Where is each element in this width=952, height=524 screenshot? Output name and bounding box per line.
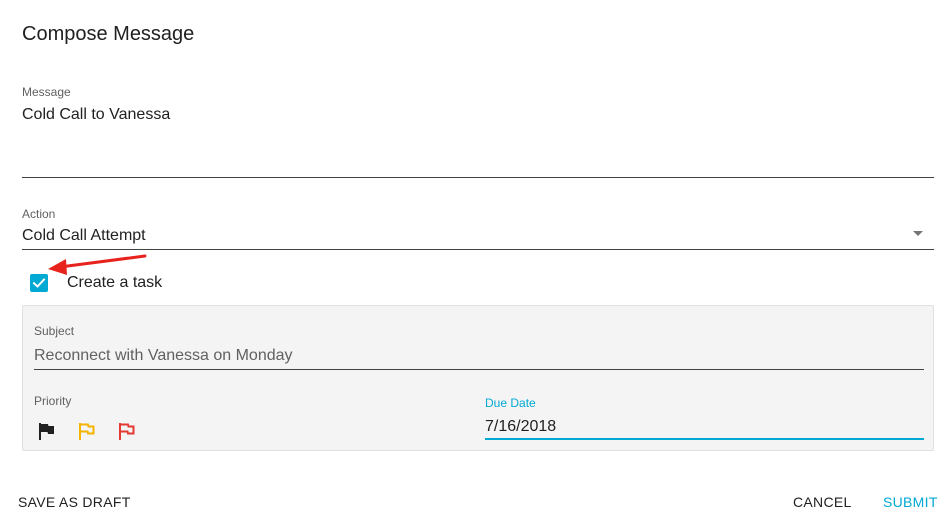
- due-date-input[interactable]: 7/16/2018: [485, 418, 556, 436]
- dialog-title: Compose Message: [22, 23, 195, 45]
- message-underline: [22, 177, 934, 178]
- subject-input[interactable]: Reconnect with Vanessa on Monday: [34, 347, 293, 365]
- priority-flags: [37, 421, 137, 441]
- action-underline: [22, 249, 934, 250]
- task-panel: Subject Reconnect with Vanessa on Monday…: [22, 305, 934, 451]
- flag-yellow-icon[interactable]: [77, 421, 97, 441]
- message-textarea[interactable]: Cold Call to Vanessa: [22, 106, 170, 124]
- subject-label: Subject: [34, 324, 75, 338]
- due-date-label: Due Date: [485, 396, 536, 410]
- flag-red-icon[interactable]: [117, 421, 137, 441]
- dropdown-arrow-icon[interactable]: [913, 231, 923, 236]
- due-date-underline: [485, 438, 924, 440]
- subject-underline: [34, 369, 924, 370]
- cancel-button[interactable]: CANCEL: [793, 494, 852, 510]
- compose-message-dialog: Compose Message Message Cold Call to Van…: [0, 0, 952, 524]
- flag-black-icon[interactable]: [37, 421, 57, 441]
- annotation-arrow-icon: [48, 254, 147, 275]
- action-select[interactable]: Cold Call Attempt: [22, 227, 146, 245]
- submit-button[interactable]: SUBMIT: [883, 494, 938, 510]
- action-label: Action: [22, 207, 56, 221]
- save-as-draft-button[interactable]: SAVE AS DRAFT: [18, 494, 131, 510]
- message-label: Message: [22, 85, 71, 99]
- priority-label: Priority: [34, 394, 72, 408]
